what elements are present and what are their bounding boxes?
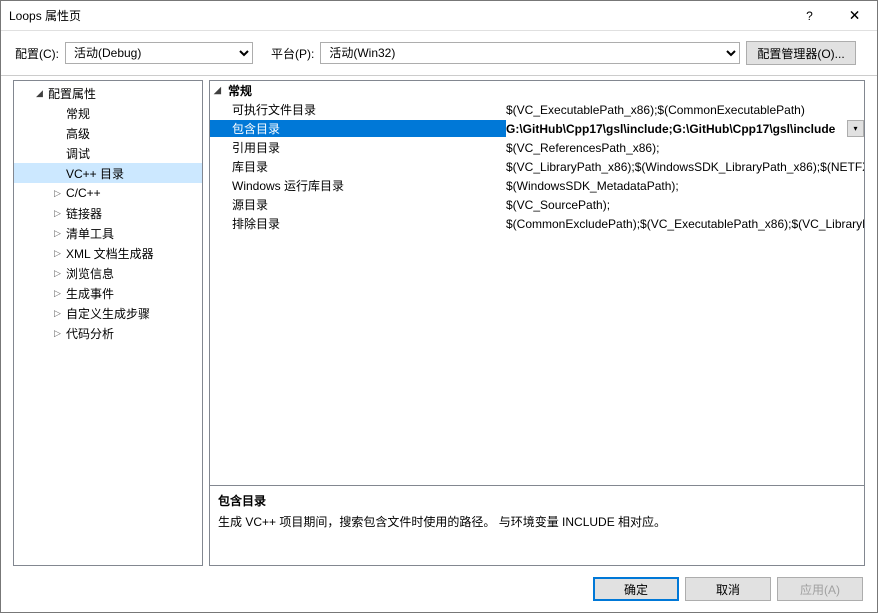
property-grid: ◢ 常规 可执行文件目录$(VC_ExecutablePath_x86);$(C… (209, 80, 865, 486)
tree-item-label: 链接器 (66, 205, 102, 222)
close-button[interactable]: 🗙 (832, 1, 877, 31)
tree-item[interactable]: ▷浏览信息 (14, 263, 202, 283)
config-tree[interactable]: ◢ 配置属性 常规高级调试VC++ 目录▷C/C++▷链接器▷清单工具▷XML … (13, 80, 203, 566)
grid-row-value[interactable]: $(VC_ReferencesPath_x86); (506, 141, 864, 155)
chevron-right-icon: ▷ (54, 268, 66, 279)
tree-item-label: 清单工具 (66, 225, 114, 242)
tree-item-label: 代码分析 (66, 325, 114, 342)
tree-item-label: 常规 (66, 105, 90, 122)
chevron-right-icon: ▷ (54, 188, 66, 199)
tree-item[interactable]: 常规 (14, 103, 202, 123)
tree-item[interactable]: ▷清单工具 (14, 223, 202, 243)
close-icon: 🗙 (850, 5, 859, 26)
tree-item[interactable]: ▷代码分析 (14, 323, 202, 343)
description-title: 包含目录 (218, 492, 856, 509)
tree-root-label: 配置属性 (48, 85, 96, 102)
tree-item-label: 调试 (66, 145, 90, 162)
description-text: 生成 VC++ 项目期间，搜索包含文件时使用的路径。 与环境变量 INCLUDE… (218, 513, 856, 530)
tree-item-label: C/C++ (66, 186, 101, 200)
chevron-right-icon: ▷ (54, 328, 66, 339)
grid-row[interactable]: 排除目录$(CommonExcludePath);$(VC_Executable… (210, 214, 864, 233)
tree-item-label: VC++ 目录 (66, 165, 124, 182)
chevron-right-icon: ▷ (54, 248, 66, 259)
grid-row-value[interactable]: $(VC_ExecutablePath_x86);$(CommonExecuta… (506, 103, 864, 117)
chevron-down-icon: ◢ (36, 88, 48, 99)
tree-item[interactable]: ▷链接器 (14, 203, 202, 223)
grid-row-label: 可执行文件目录 (210, 101, 506, 118)
grid-row-label: 引用目录 (210, 139, 506, 156)
grid-row-value[interactable]: $(VC_LibraryPath_x86);$(WindowsSDK_Libra… (506, 160, 864, 174)
grid-row-label: 源目录 (210, 196, 506, 213)
chevron-down-icon: ◢ (214, 85, 228, 96)
tree-item[interactable]: VC++ 目录 (14, 163, 202, 183)
grid-row-label: Windows 运行库目录 (210, 177, 506, 194)
window-title: Loops 属性页 (9, 7, 787, 24)
tree-item-label: XML 文档生成器 (66, 245, 154, 262)
apply-button[interactable]: 应用(A) (777, 577, 863, 601)
grid-row[interactable]: 包含目录G:\GitHub\Cpp17\gsl\include;G:\GitHu… (210, 119, 864, 138)
tree-item[interactable]: ▷生成事件 (14, 283, 202, 303)
help-button[interactable]: ? (787, 1, 832, 31)
grid-row-value[interactable]: $(CommonExcludePath);$(VC_ExecutablePath… (506, 217, 864, 231)
tree-item[interactable]: ▷C/C++ (14, 183, 202, 203)
grid-row[interactable]: Windows 运行库目录$(WindowsSDK_MetadataPath); (210, 176, 864, 195)
chevron-right-icon: ▷ (54, 288, 66, 299)
tree-item-label: 浏览信息 (66, 265, 114, 282)
platform-select[interactable]: 活动(Win32) (320, 42, 740, 64)
chevron-right-icon: ▷ (54, 308, 66, 319)
config-label: 配置(C): (15, 45, 59, 62)
help-icon: ? (806, 9, 813, 23)
titlebar: Loops 属性页 ? 🗙 (1, 1, 877, 31)
grid-row-label: 排除目录 (210, 215, 506, 232)
ok-button[interactable]: 确定 (593, 577, 679, 601)
config-select[interactable]: 活动(Debug) (65, 42, 253, 64)
description-panel: 包含目录 生成 VC++ 项目期间，搜索包含文件时使用的路径。 与环境变量 IN… (209, 486, 865, 566)
property-panel: ◢ 常规 可执行文件目录$(VC_ExecutablePath_x86);$(C… (209, 80, 865, 566)
tree-item-label: 高级 (66, 125, 90, 142)
tree-item-label: 生成事件 (66, 285, 114, 302)
grid-row-label: 包含目录 (210, 120, 506, 137)
grid-row-label: 库目录 (210, 158, 506, 175)
grid-section-label: 常规 (228, 82, 252, 99)
chevron-right-icon: ▷ (54, 208, 66, 219)
dropdown-icon[interactable]: ▾ (847, 120, 864, 137)
tree-item[interactable]: ▷XML 文档生成器 (14, 243, 202, 263)
cancel-button[interactable]: 取消 (685, 577, 771, 601)
tree-item[interactable]: ▷自定义生成步骤 (14, 303, 202, 323)
platform-label: 平台(P): (271, 45, 314, 62)
config-toolbar: 配置(C): 活动(Debug) 平台(P): 活动(Win32) 配置管理器(… (1, 31, 877, 75)
tree-item-label: 自定义生成步骤 (66, 305, 150, 322)
config-manager-button[interactable]: 配置管理器(O)... (746, 41, 855, 65)
chevron-right-icon: ▷ (54, 228, 66, 239)
grid-row-value[interactable]: $(VC_SourcePath); (506, 198, 864, 212)
grid-row-value[interactable]: $(WindowsSDK_MetadataPath); (506, 179, 864, 193)
tree-root[interactable]: ◢ 配置属性 (14, 83, 202, 103)
grid-section-header[interactable]: ◢ 常规 (210, 81, 864, 100)
grid-row[interactable]: 引用目录$(VC_ReferencesPath_x86); (210, 138, 864, 157)
tree-item[interactable]: 高级 (14, 123, 202, 143)
grid-row[interactable]: 可执行文件目录$(VC_ExecutablePath_x86);$(Common… (210, 100, 864, 119)
dialog-body: ◢ 配置属性 常规高级调试VC++ 目录▷C/C++▷链接器▷清单工具▷XML … (1, 75, 877, 566)
dialog-footer: 确定 取消 应用(A) (1, 566, 877, 612)
grid-row[interactable]: 库目录$(VC_LibraryPath_x86);$(WindowsSDK_Li… (210, 157, 864, 176)
property-pages-dialog: Loops 属性页 ? 🗙 配置(C): 活动(Debug) 平台(P): 活动… (0, 0, 878, 613)
grid-row-value[interactable]: G:\GitHub\Cpp17\gsl\include;G:\GitHub\Cp… (506, 122, 845, 136)
grid-row[interactable]: 源目录$(VC_SourcePath); (210, 195, 864, 214)
tree-item[interactable]: 调试 (14, 143, 202, 163)
